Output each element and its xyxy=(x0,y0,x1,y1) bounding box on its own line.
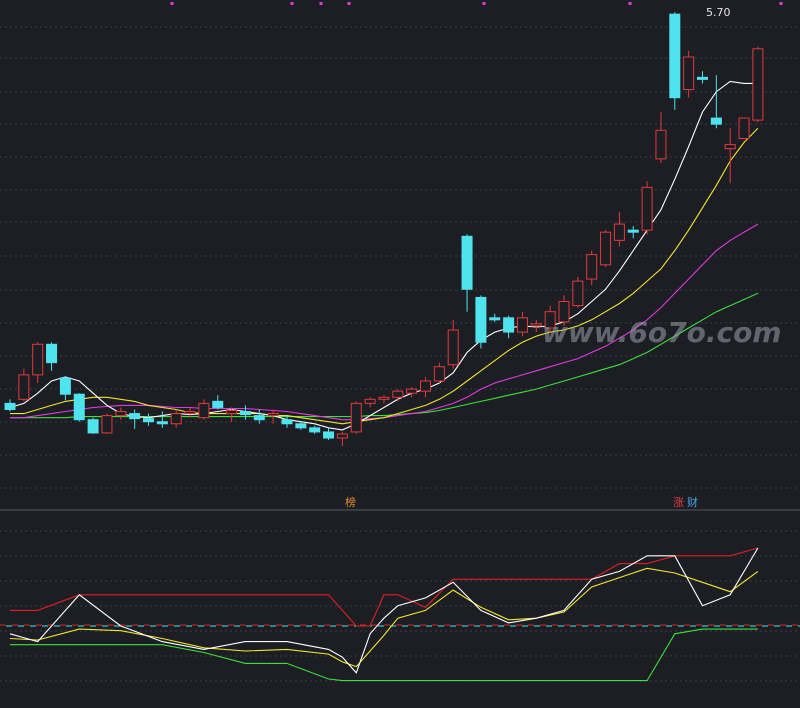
top-marker-1 xyxy=(290,2,294,5)
candle-body-46 xyxy=(641,186,653,231)
candle-body-47 xyxy=(655,129,667,160)
candle-body-11 xyxy=(156,421,168,425)
chart-stage: 5.70 www.6o7o.com 榜 涨 财 xyxy=(0,0,800,708)
candle-body-1 xyxy=(18,374,30,400)
candle-body-29 xyxy=(406,388,418,394)
candle-body-52 xyxy=(724,144,736,150)
tag-bang: 榜 xyxy=(345,496,356,509)
top-marker-5 xyxy=(628,2,632,5)
candle-body-38 xyxy=(530,323,542,327)
candle-body-44 xyxy=(613,223,625,241)
candle-body-51 xyxy=(710,117,722,125)
candle-body-6 xyxy=(87,419,99,434)
tag-zhang: 涨 xyxy=(673,496,684,509)
ind-red-line xyxy=(10,547,759,627)
candle-body-3 xyxy=(46,343,58,364)
candle-body-43 xyxy=(600,231,612,266)
candle-body-12 xyxy=(170,413,182,425)
candle-body-5 xyxy=(73,393,85,421)
top-marker-2 xyxy=(319,2,323,5)
watermark: www.6o7o.com xyxy=(542,316,782,349)
candle-body-17 xyxy=(239,411,251,416)
candle-body-50 xyxy=(697,76,708,80)
candle-body-7 xyxy=(101,415,113,434)
candle-body-54 xyxy=(752,48,764,121)
candle-body-28 xyxy=(392,390,404,398)
candle-body-35 xyxy=(489,317,501,321)
candlestick-chart xyxy=(0,2,800,682)
candle-body-26 xyxy=(364,398,376,404)
candle-body-8 xyxy=(115,411,127,417)
candle-body-53 xyxy=(738,117,750,139)
top-marker-4 xyxy=(482,2,486,5)
candle-body-21 xyxy=(295,423,307,429)
candle-body-36 xyxy=(503,317,515,333)
candle-body-19 xyxy=(267,413,279,417)
candle-body-9 xyxy=(129,413,141,420)
candle-body-48 xyxy=(669,13,681,99)
candle-body-22 xyxy=(309,427,321,433)
candle-body-49 xyxy=(683,56,695,91)
candle-body-30 xyxy=(420,380,431,392)
candle-body-27 xyxy=(378,396,390,400)
peak-price-label: 5.70 xyxy=(706,6,731,19)
ma10-line xyxy=(10,127,759,425)
candle-body-32 xyxy=(447,329,459,366)
candle-body-25 xyxy=(350,402,362,433)
candle-body-18 xyxy=(253,415,265,421)
candle-body-37 xyxy=(516,317,528,333)
candle-body-42 xyxy=(586,254,598,280)
top-marker-3 xyxy=(347,2,351,5)
candle-body-13 xyxy=(184,411,196,415)
ind-white-line xyxy=(9,547,759,674)
candle-body-0 xyxy=(4,402,16,411)
candle-body-2 xyxy=(32,343,44,376)
candle-body-23 xyxy=(323,431,335,439)
ind-green-line xyxy=(10,628,758,682)
candle-body-4 xyxy=(59,377,71,395)
candle-body-41 xyxy=(572,280,584,307)
candle-body-31 xyxy=(433,366,445,382)
candle-body-34 xyxy=(475,296,487,343)
candle-body-16 xyxy=(226,410,238,415)
top-marker-6 xyxy=(779,2,783,5)
top-marker-0 xyxy=(170,2,174,5)
candle-body-15 xyxy=(212,400,224,408)
candle-body-33 xyxy=(461,235,473,290)
tag-cai: 财 xyxy=(687,496,698,509)
candle-body-24 xyxy=(336,433,348,439)
candle-body-45 xyxy=(627,229,639,233)
candle-body-20 xyxy=(281,419,293,425)
candle-body-10 xyxy=(143,418,154,423)
candle-body-14 xyxy=(198,402,210,419)
